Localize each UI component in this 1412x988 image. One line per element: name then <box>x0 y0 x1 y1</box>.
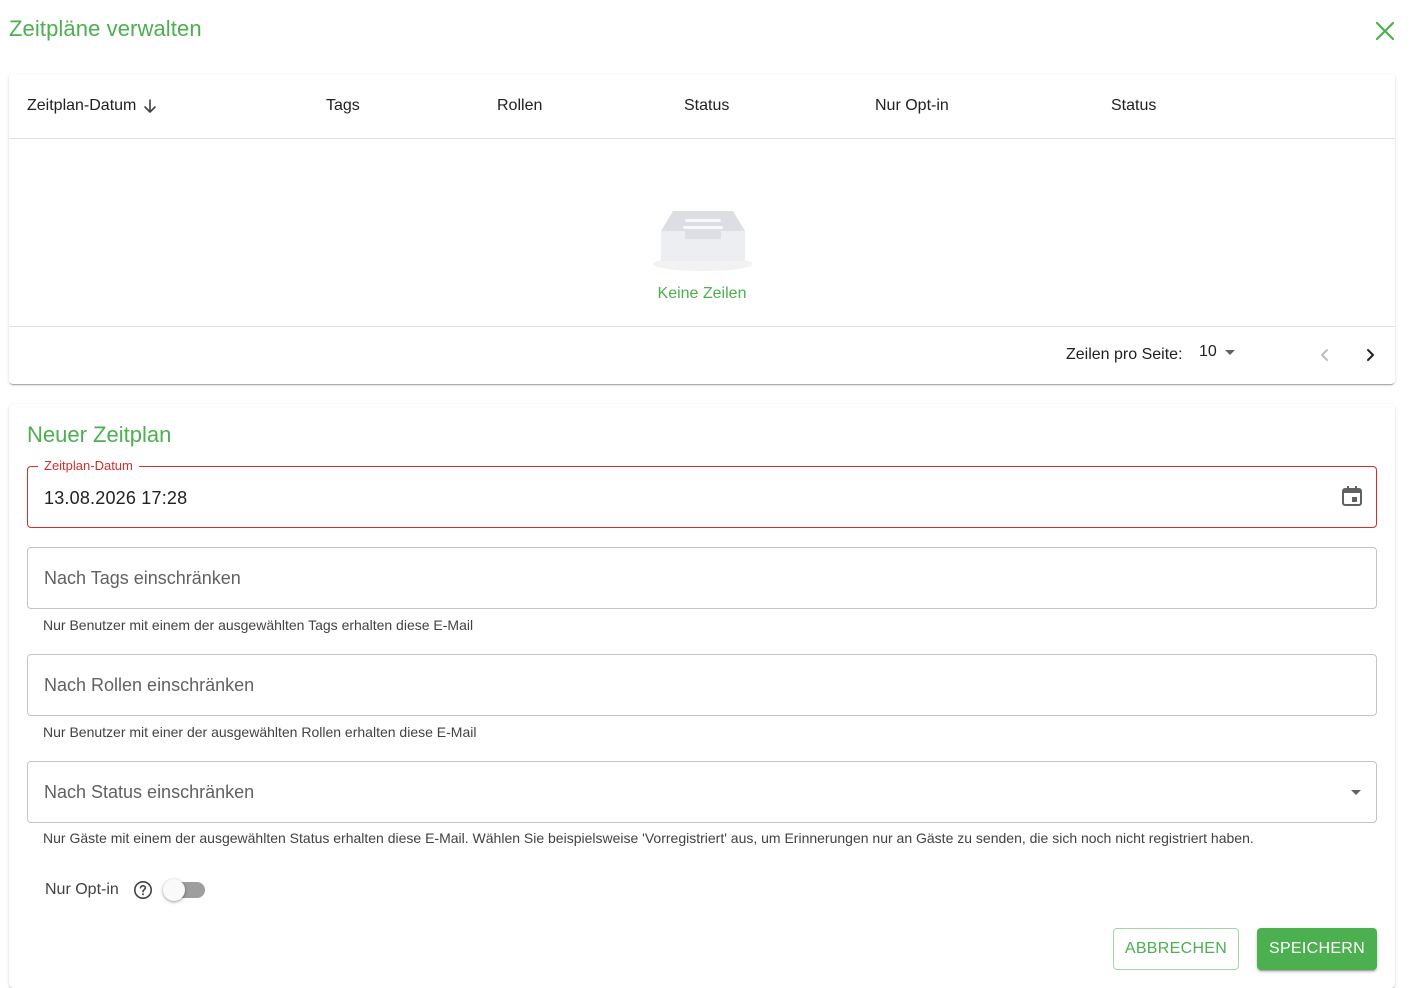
table-header: Zeitplan-Datum Tags Rollen Status Nur Op… <box>9 74 1395 139</box>
roles-filter-placeholder: Nach Rollen einschränken <box>44 675 255 695</box>
previous-page-button[interactable] <box>1313 343 1337 367</box>
roles-filter-field[interactable]: Nach Rollen einschränken <box>27 654 1377 716</box>
tags-filter-field[interactable]: Nach Tags einschränken <box>27 547 1377 609</box>
column-header-label: Zeitplan-Datum <box>27 97 137 114</box>
column-header-label: Nur Opt-in <box>875 97 949 114</box>
optin-toggle[interactable] <box>162 878 207 902</box>
column-header-schedule-date[interactable]: Zeitplan-Datum <box>27 97 158 115</box>
empty-state: Keine Zeilen <box>9 139 1395 327</box>
column-header-roles[interactable]: Rollen <box>497 97 542 115</box>
help-circle-icon[interactable] <box>133 880 153 900</box>
chevron-left-icon <box>1321 349 1328 361</box>
column-header-label: Rollen <box>497 97 543 114</box>
status-filter-placeholder: Nach Status einschränken <box>44 782 255 802</box>
tags-helper-text: Nur Benutzer mit einem der ausgewählten … <box>43 617 474 633</box>
caret-down-icon <box>1351 790 1361 795</box>
schedules-table: Zeitplan-Datum Tags Rollen Status Nur Op… <box>9 74 1395 384</box>
calendar-icon[interactable] <box>1340 484 1364 508</box>
schedule-date-label: Zeitplan-Datum <box>38 458 139 473</box>
chevron-right-icon <box>1367 349 1374 361</box>
column-header-status[interactable]: Status <box>684 97 729 115</box>
form-title: Neuer Zeitplan <box>27 422 172 447</box>
tags-filter-placeholder: Nach Tags einschränken <box>44 568 241 588</box>
close-button[interactable] <box>1372 18 1398 44</box>
next-page-button[interactable] <box>1358 343 1382 367</box>
rows-per-page-value: 10 <box>1199 343 1217 360</box>
column-header-label: Tags <box>326 97 360 114</box>
column-header-tags[interactable]: Tags <box>326 97 360 115</box>
save-button[interactable]: SPEICHERN <box>1257 928 1377 970</box>
toggle-thumb <box>162 879 185 901</box>
optin-label: Nur Opt-in <box>45 881 119 898</box>
caret-down-icon <box>1224 350 1235 355</box>
schedule-date-field[interactable]: Zeitplan-Datum 13.08.2026 17:28 <box>27 458 1377 528</box>
empty-inbox-icon <box>653 211 753 271</box>
status-filter-select[interactable]: Nach Status einschränken <box>27 761 1377 823</box>
status-helper-text: Nur Gäste mit einem der ausgewählten Sta… <box>43 830 1254 846</box>
empty-state-text: Keine Zeilen <box>657 285 747 302</box>
column-header-label: Status <box>1111 97 1157 114</box>
column-header-label: Status <box>684 97 730 114</box>
arrow-down-icon[interactable] <box>142 98 158 114</box>
column-header-optin[interactable]: Nur Opt-in <box>875 97 949 115</box>
column-header-status-2[interactable]: Status <box>1111 97 1156 115</box>
schedule-date-value[interactable]: 13.08.2026 17:28 <box>44 488 187 509</box>
dialog-title: Zeitpläne verwalten <box>9 16 202 41</box>
new-schedule-form: Neuer Zeitplan Zeitplan-Datum 13.08.2026… <box>9 404 1395 988</box>
optin-row: Nur Opt-in <box>45 878 207 902</box>
close-icon <box>1375 21 1395 41</box>
rows-per-page-select[interactable]: 10 <box>1199 343 1237 361</box>
roles-helper-text: Nur Benutzer mit einer der ausgewählten … <box>43 724 477 740</box>
pagination: Zeilen pro Seite: 10 <box>9 327 1395 384</box>
rows-per-page-label: Zeilen pro Seite: <box>1066 346 1183 363</box>
cancel-button[interactable]: ABBRECHEN <box>1113 928 1239 970</box>
